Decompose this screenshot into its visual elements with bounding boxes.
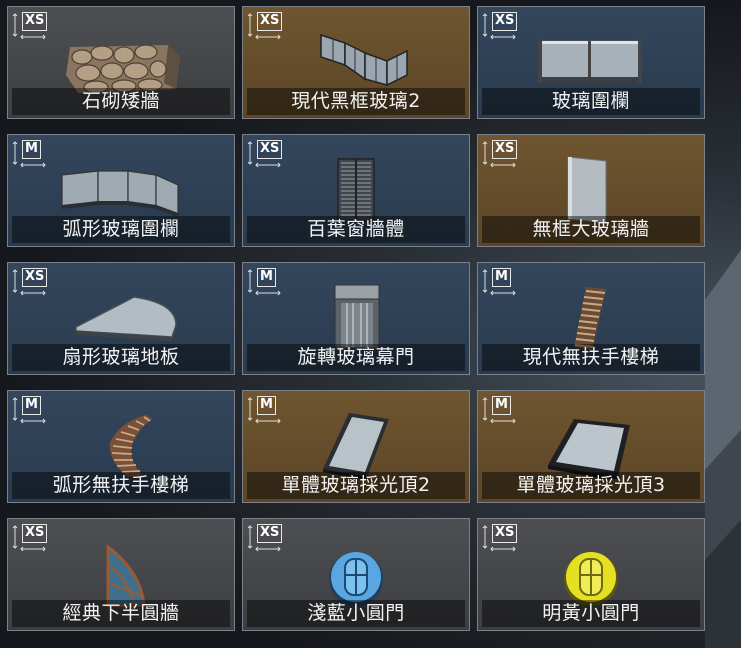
item-grid: XS 石砌矮牆 XS 現代黑框玻璃2 XS 玻璃圍欄 M 弧形玻璃圍欄 XS 百… bbox=[7, 6, 705, 636]
item-card-half-round-wall[interactable]: XS 經典下半圓牆 bbox=[7, 518, 235, 631]
item-name: 明黃小圓門 bbox=[482, 600, 700, 627]
size-badge: M bbox=[257, 396, 276, 415]
item-name: 經典下半圓牆 bbox=[12, 600, 230, 627]
skylight-dark-icon bbox=[548, 419, 630, 479]
curved-glass-fence-icon bbox=[61, 170, 179, 217]
size-badge: XS bbox=[492, 12, 518, 31]
glass-fence-icon bbox=[538, 39, 642, 83]
size-badge: M bbox=[492, 396, 511, 415]
item-name: 現代黑框玻璃2 bbox=[247, 88, 465, 115]
skylight-icon bbox=[323, 413, 389, 479]
size-badge: XS bbox=[492, 140, 518, 159]
item-name: 淺藍小圓門 bbox=[247, 600, 465, 627]
item-card-curved-glass-fence[interactable]: M 弧形玻璃圍欄 bbox=[7, 134, 235, 247]
yellow-round-door-icon bbox=[564, 552, 618, 606]
item-name: 扇形玻璃地板 bbox=[12, 344, 230, 371]
size-badge: XS bbox=[257, 12, 283, 31]
item-name: 旋轉玻璃幕門 bbox=[247, 344, 465, 371]
frameless-glass-wall-icon bbox=[567, 156, 607, 223]
size-badge: XS bbox=[492, 524, 518, 543]
size-badge: XS bbox=[22, 12, 48, 31]
item-card-revolving-door[interactable]: M 旋轉玻璃幕門 bbox=[242, 262, 470, 375]
item-name: 百葉窗牆體 bbox=[247, 216, 465, 243]
item-name: 單體玻璃採光頂2 bbox=[247, 472, 465, 499]
size-badge: M bbox=[492, 268, 511, 287]
louver-wall-icon bbox=[337, 158, 375, 222]
size-badge: XS bbox=[257, 524, 283, 543]
item-card-modern-glass-2[interactable]: XS 現代黑框玻璃2 bbox=[242, 6, 470, 119]
item-name: 玻璃圍欄 bbox=[482, 88, 700, 115]
folding-glass-wall-icon bbox=[320, 33, 408, 87]
fan-glass-floor-icon bbox=[75, 296, 177, 341]
straight-stairs-icon bbox=[574, 287, 606, 351]
size-badge: XS bbox=[22, 524, 48, 543]
item-name: 無框大玻璃牆 bbox=[482, 216, 700, 243]
revolving-door-icon bbox=[334, 284, 380, 350]
spiral-stairs-icon bbox=[109, 415, 152, 477]
size-badge: XS bbox=[22, 268, 48, 287]
item-name: 單體玻璃採光頂3 bbox=[482, 472, 700, 499]
item-card-yellow-round-door[interactable]: XS 明黃小圓門 bbox=[477, 518, 705, 631]
scene-background-wall bbox=[705, 250, 741, 648]
stone-wall-icon bbox=[66, 44, 180, 94]
item-card-spiral-stairs[interactable]: M 弧形無扶手樓梯 bbox=[7, 390, 235, 503]
item-card-frameless-glass-wall[interactable]: XS 無框大玻璃牆 bbox=[477, 134, 705, 247]
item-card-light-blue-round-door[interactable]: XS 淺藍小圓門 bbox=[242, 518, 470, 631]
size-badge: M bbox=[257, 268, 276, 287]
size-badge: M bbox=[22, 140, 41, 159]
item-name: 弧形無扶手樓梯 bbox=[12, 472, 230, 499]
item-name: 弧形玻璃圍欄 bbox=[12, 216, 230, 243]
item-card-stone-wall[interactable]: XS 石砌矮牆 bbox=[7, 6, 235, 119]
item-name: 石砌矮牆 bbox=[12, 88, 230, 115]
item-card-skylight-2[interactable]: M 單體玻璃採光頂2 bbox=[242, 390, 470, 503]
size-badge: M bbox=[22, 396, 41, 415]
light-blue-round-door-icon bbox=[329, 552, 383, 606]
size-badge: XS bbox=[257, 140, 283, 159]
item-card-glass-fence[interactable]: XS 玻璃圍欄 bbox=[477, 6, 705, 119]
item-card-louver-wall[interactable]: XS 百葉窗牆體 bbox=[242, 134, 470, 247]
item-card-skylight-3[interactable]: M 單體玻璃採光頂3 bbox=[477, 390, 705, 503]
half-round-wall-icon bbox=[106, 543, 146, 607]
item-card-fan-glass-floor[interactable]: XS 扇形玻璃地板 bbox=[7, 262, 235, 375]
item-card-straight-stairs[interactable]: M 現代無扶手樓梯 bbox=[477, 262, 705, 375]
item-name: 現代無扶手樓梯 bbox=[482, 344, 700, 371]
